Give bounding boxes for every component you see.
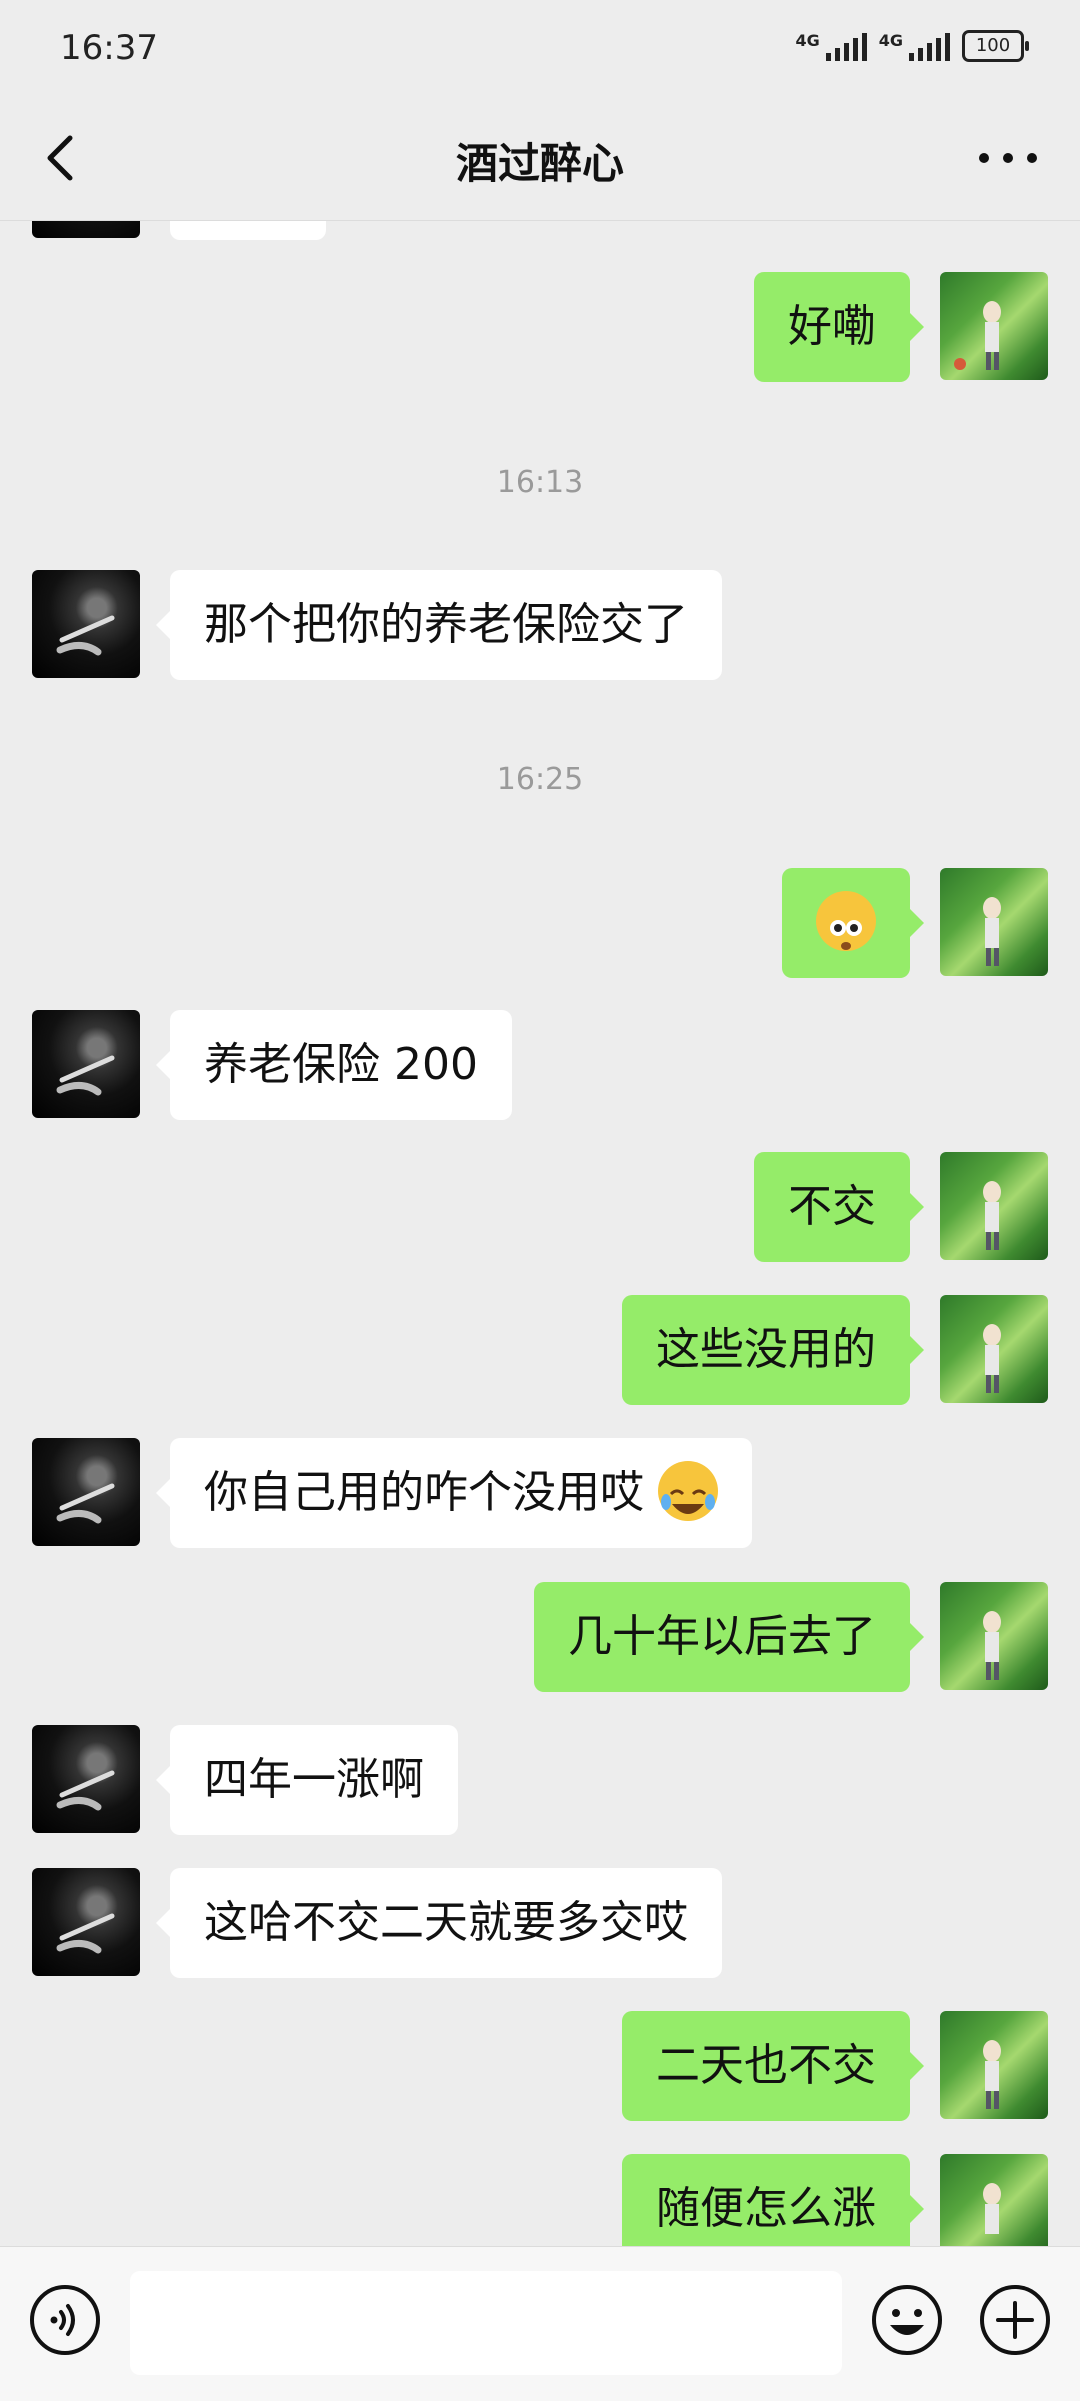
contact-avatar[interactable] — [32, 1868, 140, 1976]
more-button[interactable] — [970, 126, 1046, 190]
outgoing-message[interactable]: 好嘞 — [754, 272, 924, 382]
outgoing-message[interactable]: 随便怎么涨 — [622, 2154, 924, 2246]
outgoing-message[interactable]: 这些没用的 — [622, 1295, 924, 1405]
my-avatar[interactable] — [940, 2154, 1048, 2246]
message-timestamp: 16:13 — [496, 465, 584, 500]
battery-icon: 100 — [962, 30, 1029, 62]
my-avatar[interactable] — [940, 1295, 1048, 1403]
contact-avatar[interactable] — [32, 1010, 140, 1118]
voice-button[interactable] — [28, 2283, 102, 2357]
message-input[interactable] — [130, 2271, 842, 2375]
my-avatar[interactable] — [940, 1152, 1048, 1260]
input-bar — [0, 2246, 1080, 2401]
message-text: 你自己用的咋个没用哎 — [204, 1467, 644, 1518]
voice-icon — [30, 2285, 100, 2355]
contact-avatar[interactable] — [32, 570, 140, 678]
more-dots-icon — [979, 153, 1037, 163]
incoming-message[interactable]: 这哈不交二天就要多交哎 — [156, 1868, 722, 1978]
status-indicators: 4G 4G 100 — [795, 30, 1029, 62]
emoji-icon — [872, 2285, 942, 2355]
incoming-message[interactable]: 养老保险 200 — [156, 1010, 512, 1120]
status-bar: 16:37 4G 4G 100 — [0, 0, 1080, 96]
more-functions-button[interactable] — [978, 2283, 1052, 2357]
contact-avatar[interactable] — [32, 1725, 140, 1833]
my-avatar[interactable] — [940, 1582, 1048, 1690]
emoji-button[interactable] — [870, 2283, 944, 2357]
my-avatar[interactable] — [940, 868, 1048, 976]
outgoing-message[interactable]: 二天也不交 — [622, 2011, 924, 2121]
outgoing-message[interactable]: 几十年以后去了 — [534, 1582, 924, 1692]
contact-avatar[interactable] — [32, 1438, 140, 1546]
incoming-message[interactable]: 你自己用的咋个没用哎 — [156, 1438, 752, 1548]
chat-title: 酒过醉心 — [455, 139, 624, 188]
incoming-message[interactable]: 那个把你的养老保险交了 — [156, 570, 722, 680]
my-avatar[interactable] — [940, 272, 1048, 380]
confused-face-emoji — [816, 891, 876, 951]
my-avatar[interactable] — [940, 2011, 1048, 2119]
chat-header: 酒过醉心 — [0, 96, 1080, 221]
status-time: 16:37 — [60, 28, 158, 68]
outgoing-emoji-message[interactable] — [782, 868, 924, 978]
signal-icon-1: 4G — [795, 31, 867, 61]
outgoing-message[interactable]: 不交 — [754, 1152, 924, 1262]
incoming-message-partial[interactable] — [170, 220, 326, 240]
contact-avatar[interactable] — [32, 220, 140, 238]
message-timestamp: 16:25 — [496, 762, 584, 797]
tears-of-joy-emoji — [658, 1461, 718, 1521]
plus-icon — [980, 2285, 1050, 2355]
incoming-message[interactable]: 四年一涨啊 — [156, 1725, 458, 1835]
signal-icon-2: 4G — [879, 31, 950, 61]
message-list[interactable]: 好嘞 16:13 那个把你的养老保险交了 16:25 养老保险 200 不交 这… — [0, 220, 1080, 2246]
